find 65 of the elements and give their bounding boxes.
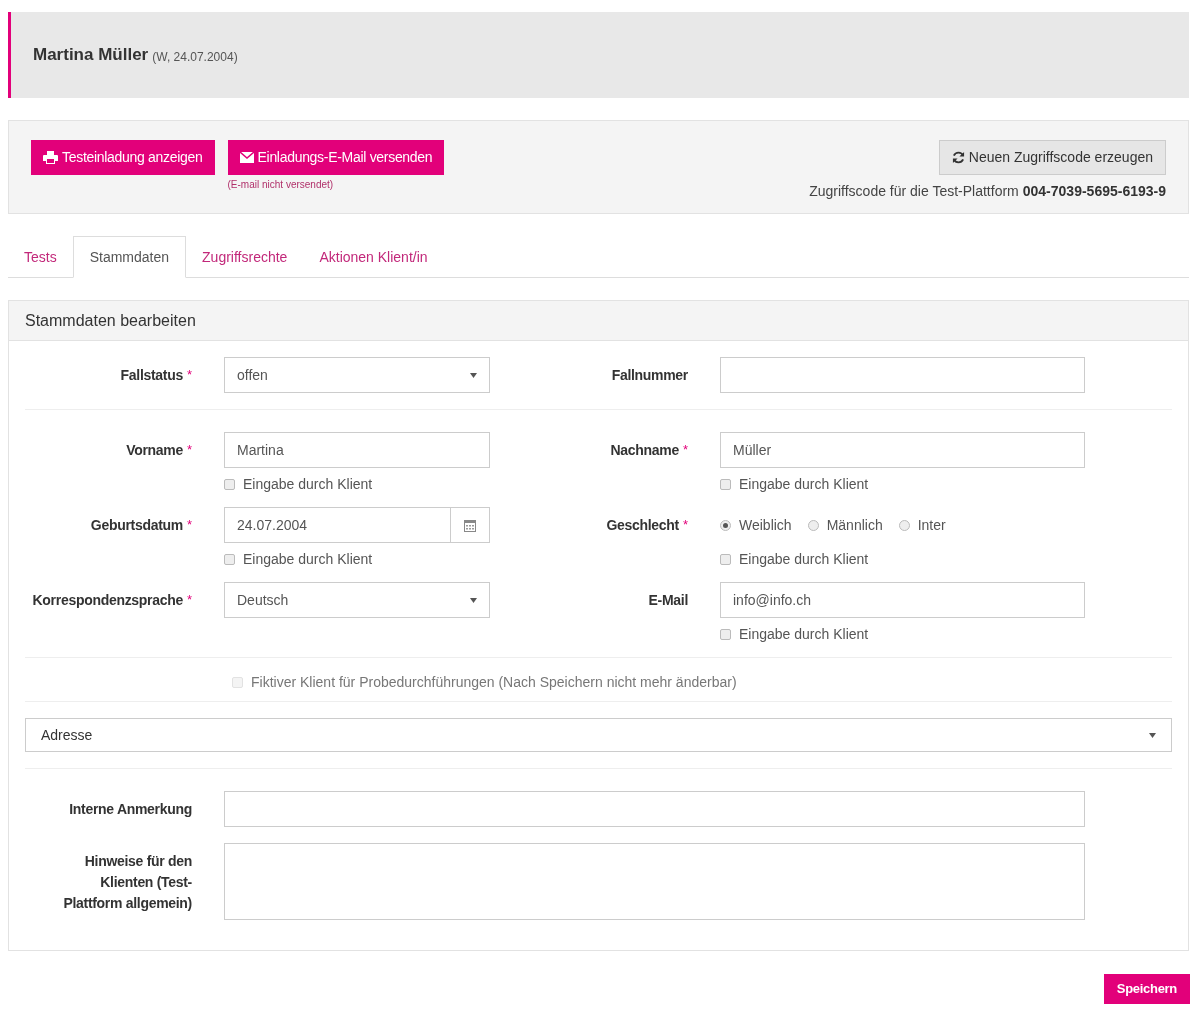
field-label: Vorname <box>126 441 183 460</box>
calendar-icon <box>464 518 476 532</box>
checkbox[interactable] <box>224 479 235 490</box>
checkbox-label: Eingabe durch Klient <box>739 550 869 569</box>
required-mark: * <box>186 441 192 459</box>
select-field[interactable]: Deutsch <box>224 582 490 618</box>
caret-icon <box>470 597 477 603</box>
field-label: Korrespondenzsprache <box>32 591 183 610</box>
radio-button[interactable] <box>720 519 731 531</box>
radio-label: Weiblich <box>739 515 792 535</box>
save-button[interactable]: Speichern <box>1103 974 1190 1004</box>
envelope-icon <box>239 152 254 163</box>
field-label: Fallstatus <box>120 366 183 385</box>
checkbox[interactable] <box>720 629 731 640</box>
field-label: E-Mail <box>648 591 688 610</box>
calendar-button[interactable] <box>451 507 490 543</box>
select-field[interactable]: offen <box>224 357 490 393</box>
email-status-note: (E-mail nicht versendet) <box>227 178 335 192</box>
printer-icon <box>43 151 58 164</box>
required-mark: * <box>682 516 688 534</box>
access-code-label: Zugriffscode für die Test-Plattform <box>809 182 1019 201</box>
field-label: Interne Anmerkung <box>68 800 192 819</box>
caret-icon <box>1149 732 1156 738</box>
date-field[interactable]: 24.07.2004 <box>224 507 451 543</box>
panel-heading: Stammdaten bearbeiten <box>9 301 1188 341</box>
show-invitation-button[interactable]: Testeinladung anzeigen <box>31 140 215 175</box>
field-label: Geburtsdatum <box>90 516 183 535</box>
checkbox-label: Eingabe durch Klient <box>243 550 373 569</box>
refresh-icon <box>951 151 965 164</box>
checkbox-label: Fiktiver Klient für Probedurchführungen (Nach Speichern nicht mehr änderbar) <box>251 673 737 692</box>
caret-icon <box>470 372 477 378</box>
field-label: Hinweise für den Klienten (Test-Plattform allgemein) <box>62 852 192 913</box>
input-field[interactable] <box>720 357 1085 393</box>
required-mark: * <box>186 366 192 384</box>
radio-label: Männlich <box>826 515 883 535</box>
new-access-code-button[interactable]: Neuen Zugriffscode erzeugen <box>938 140 1166 175</box>
tab[interactable]: Tests <box>8 236 73 278</box>
radio-button[interactable] <box>898 519 910 531</box>
tab[interactable]: Stammdaten <box>72 236 187 278</box>
checkbox-label: Eingabe durch Klient <box>243 475 373 494</box>
tab[interactable]: Zugriffsrechte <box>186 236 304 278</box>
input-field[interactable]: Müller <box>720 432 1085 468</box>
checkbox[interactable] <box>720 479 731 490</box>
checkbox-label: Eingabe durch Klient <box>739 625 869 644</box>
address-section-toggle[interactable]: Adresse <box>25 718 1172 752</box>
radio-button[interactable] <box>807 519 819 531</box>
access-code: 004-7039-5695-6193-9 <box>1022 182 1166 201</box>
field-label: Nachname <box>610 441 679 460</box>
field-label: Geschlecht <box>606 516 679 535</box>
required-mark: * <box>186 591 192 609</box>
required-mark: * <box>186 516 192 534</box>
required-mark: * <box>682 441 688 459</box>
client-meta: (W, 24.07.2004) <box>152 48 238 66</box>
field-label: Fallnummer <box>611 366 688 385</box>
tab[interactable]: Aktionen Klient/in <box>303 236 444 278</box>
client-name: Martina Müller <box>33 44 149 67</box>
checkbox-label: Eingabe durch Klient <box>739 475 869 494</box>
radio-label: Inter <box>917 515 946 535</box>
checkbox[interactable] <box>224 554 235 565</box>
checkbox[interactable] <box>720 554 731 565</box>
input-field[interactable] <box>224 791 1085 827</box>
input-field[interactable]: Martina <box>224 432 490 468</box>
input-field[interactable]: info@info.ch <box>720 582 1085 618</box>
text-area[interactable] <box>224 843 1085 920</box>
send-email-button[interactable]: Einladungs-E-Mail versenden <box>227 140 445 175</box>
